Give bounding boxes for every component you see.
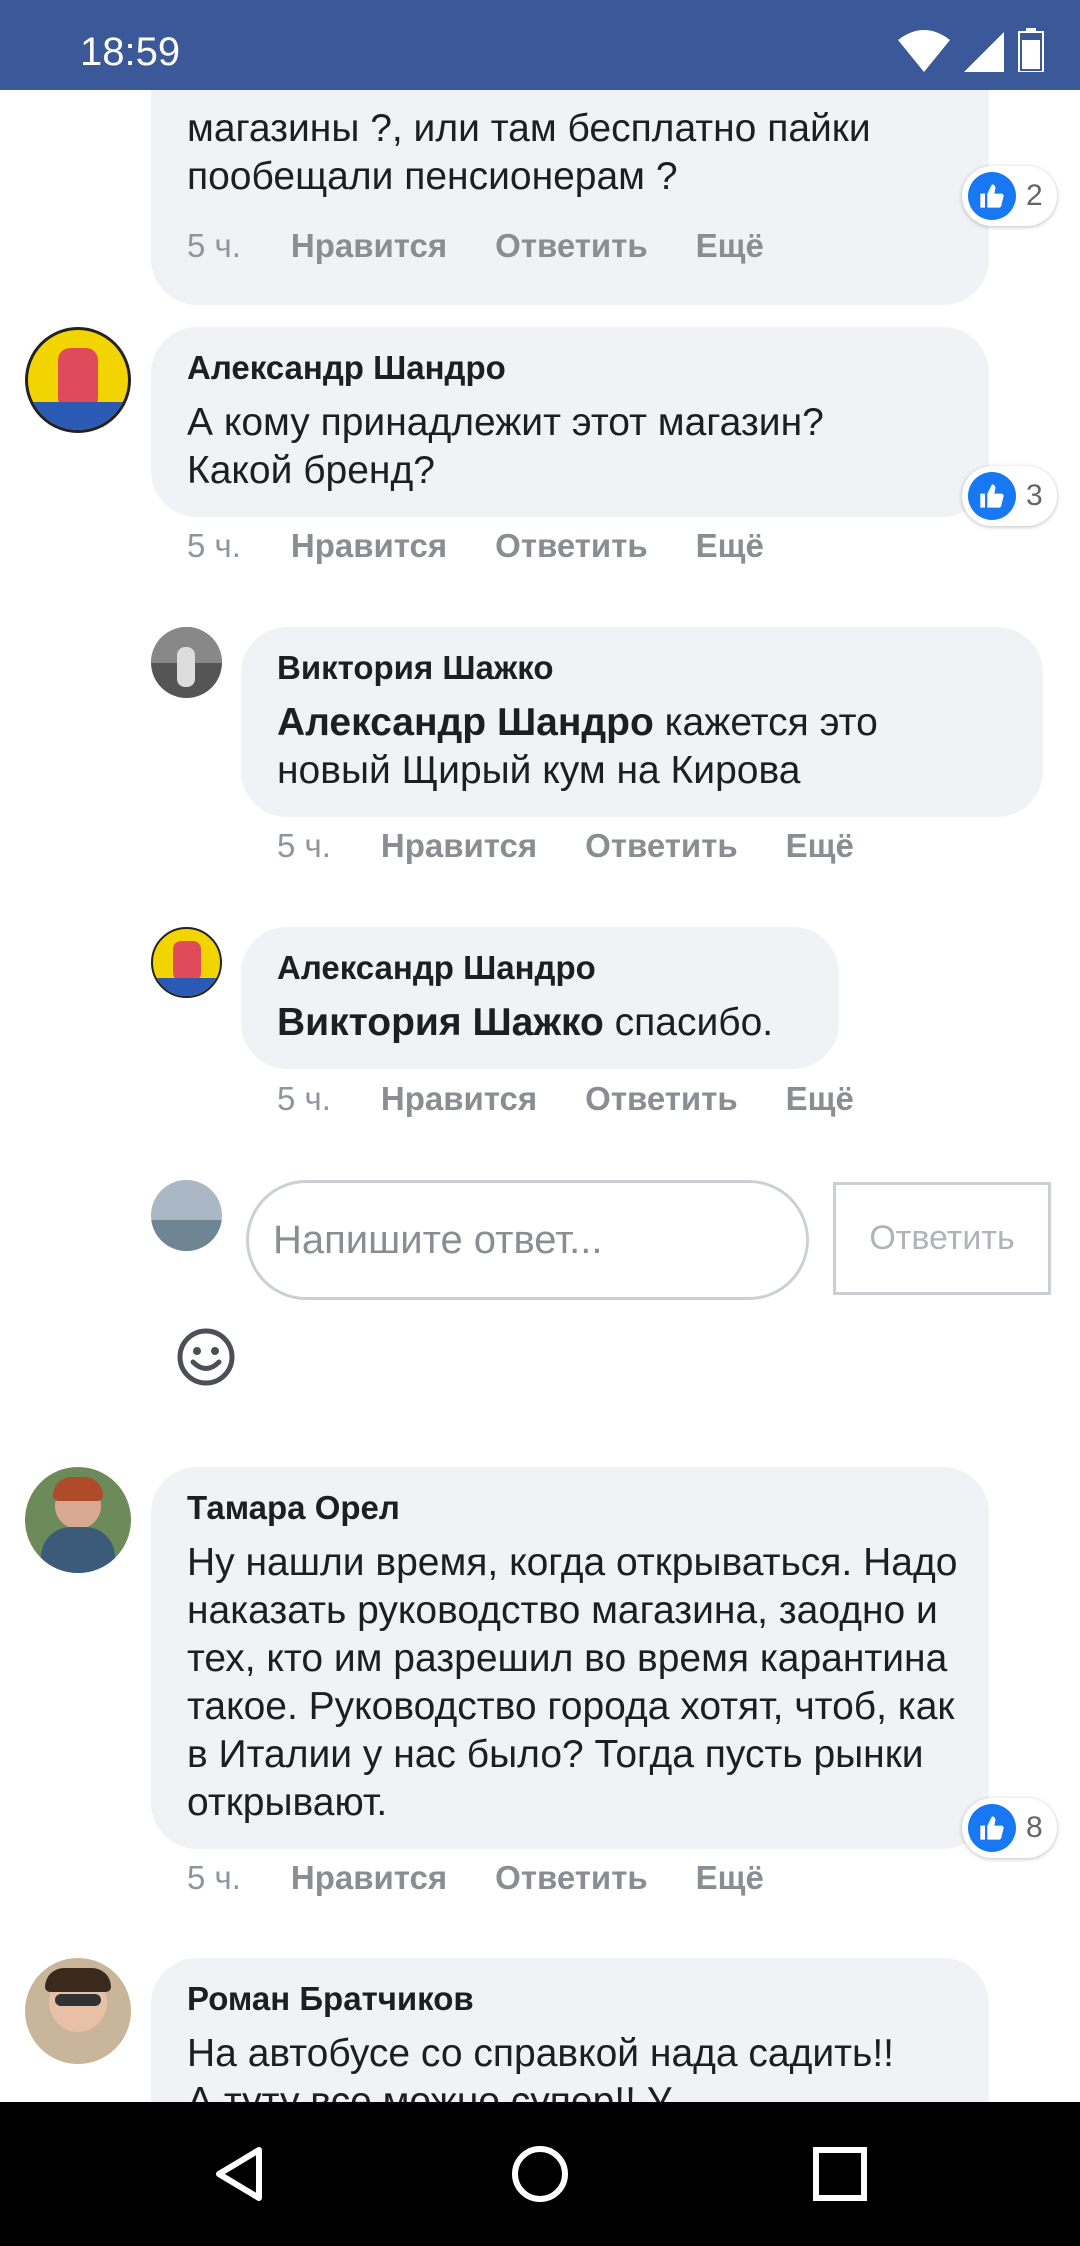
like-icon: [968, 1804, 1016, 1852]
comment-bubble[interactable]: Александр Шандро А кому принадлежит этот…: [151, 327, 989, 517]
comment-time: 5 ч.: [187, 1859, 241, 1896]
avatar[interactable]: [151, 927, 222, 998]
comment-bubble[interactable]: Роман Братчиков На автобусе со справкой …: [151, 1958, 989, 2102]
recents-icon[interactable]: [810, 2144, 870, 2204]
more-button[interactable]: Ещё: [786, 1080, 854, 1118]
status-time: 18:59: [80, 30, 181, 74]
comment-author[interactable]: Александр Шандро: [187, 347, 953, 389]
reply-text: Александр Шандро кажется это новый Щирый…: [277, 699, 977, 795]
status-icons: [898, 28, 1044, 72]
reaction-number: 8: [1026, 1811, 1043, 1844]
comment-actions: 5 ч. Нравится Ответить Ещё: [187, 1859, 812, 1897]
comment-time: 5 ч.: [187, 227, 241, 264]
avatar[interactable]: [25, 1958, 131, 2064]
reply-button[interactable]: Ответить: [495, 1859, 648, 1897]
reaction-count[interactable]: 8: [962, 1798, 1057, 1858]
like-icon: [968, 472, 1016, 520]
reply-actions: 5 ч. Нравится Ответить Ещё: [277, 1080, 902, 1118]
comment-text: На автобусе со справкой нада садить!! А …: [187, 2032, 895, 2102]
reaction-number: 2: [1026, 179, 1043, 212]
like-button[interactable]: Нравится: [381, 1080, 537, 1118]
more-button[interactable]: Ещё: [696, 1859, 764, 1897]
comments-list: магазины ?, или там бесплатно пайки пооб…: [0, 90, 1080, 2102]
comment-actions: 5 ч. Нравится Ответить Ещё: [187, 527, 812, 565]
reply-actions: 5 ч. Нравится Ответить Ещё: [277, 827, 902, 865]
signal-icon: [964, 32, 1004, 72]
comment-bubble[interactable]: Тамара Орел Ну нашли время, когда открыв…: [151, 1467, 989, 1849]
reply-bubble[interactable]: Виктория Шажко Александр Шандро кажется …: [241, 627, 1043, 817]
like-button[interactable]: Нравится: [381, 827, 537, 865]
mention-link[interactable]: Александр Шандро: [277, 701, 654, 744]
more-button[interactable]: Ещё: [696, 227, 764, 265]
reply-button[interactable]: Ответить: [495, 227, 648, 265]
reply-button[interactable]: Ответить: [585, 1080, 738, 1118]
reaction-count[interactable]: 3: [962, 466, 1057, 526]
wifi-icon: [898, 30, 950, 72]
like-button[interactable]: Нравится: [291, 1859, 447, 1897]
reply-body: спасибо.: [603, 1001, 774, 1044]
reply-author[interactable]: Александр Шандро: [277, 947, 803, 989]
avatar[interactable]: [25, 1467, 131, 1573]
comment-bubble[interactable]: магазины ?, или там бесплатно пайки пооб…: [151, 90, 989, 305]
reaction-number: 3: [1026, 479, 1043, 512]
submit-reply-button[interactable]: Ответить: [833, 1182, 1051, 1295]
comment-time: 5 ч.: [187, 527, 241, 564]
more-button[interactable]: Ещё: [786, 827, 854, 865]
comment-text: Ну нашли время, когда открываться. Надо …: [187, 1541, 958, 1824]
comment-text: магазины ?, или там бесплатно пайки пооб…: [187, 107, 871, 198]
comment-actions: 5 ч. Нравится Ответить Ещё: [187, 227, 812, 265]
reply-input[interactable]: Напишите ответ...: [246, 1180, 809, 1300]
reaction-count[interactable]: 2: [962, 166, 1057, 226]
comment-author[interactable]: Тамара Орел: [187, 1487, 953, 1529]
reply-time: 5 ч.: [277, 1080, 331, 1117]
reply-button[interactable]: Ответить: [495, 527, 648, 565]
reply-text: Виктория Шажко спасибо.: [277, 999, 803, 1047]
comment-text: А кому принадлежит этот магазин? Какой б…: [187, 401, 824, 492]
like-button[interactable]: Нравится: [291, 227, 447, 265]
comment-author[interactable]: Роман Братчиков: [187, 1978, 953, 2020]
reply-time: 5 ч.: [277, 827, 331, 864]
home-icon[interactable]: [510, 2144, 570, 2204]
avatar[interactable]: [151, 627, 222, 698]
battery-icon: [1018, 28, 1044, 72]
avatar[interactable]: [25, 327, 131, 433]
emoji-icon[interactable]: [176, 1327, 236, 1387]
current-user-avatar: [151, 1180, 222, 1251]
reply-bubble[interactable]: Александр Шандро Виктория Шажко спасибо.: [241, 927, 839, 1069]
reply-button[interactable]: Ответить: [585, 827, 738, 865]
status-bar: 18:59: [0, 0, 1080, 90]
navigation-bar: [0, 2102, 1080, 2246]
mention-link[interactable]: Виктория Шажко: [277, 1001, 604, 1044]
more-button[interactable]: Ещё: [696, 527, 764, 565]
reply-author[interactable]: Виктория Шажко: [277, 647, 1007, 689]
like-icon: [968, 172, 1016, 220]
back-icon[interactable]: [209, 2144, 269, 2204]
like-button[interactable]: Нравится: [291, 527, 447, 565]
